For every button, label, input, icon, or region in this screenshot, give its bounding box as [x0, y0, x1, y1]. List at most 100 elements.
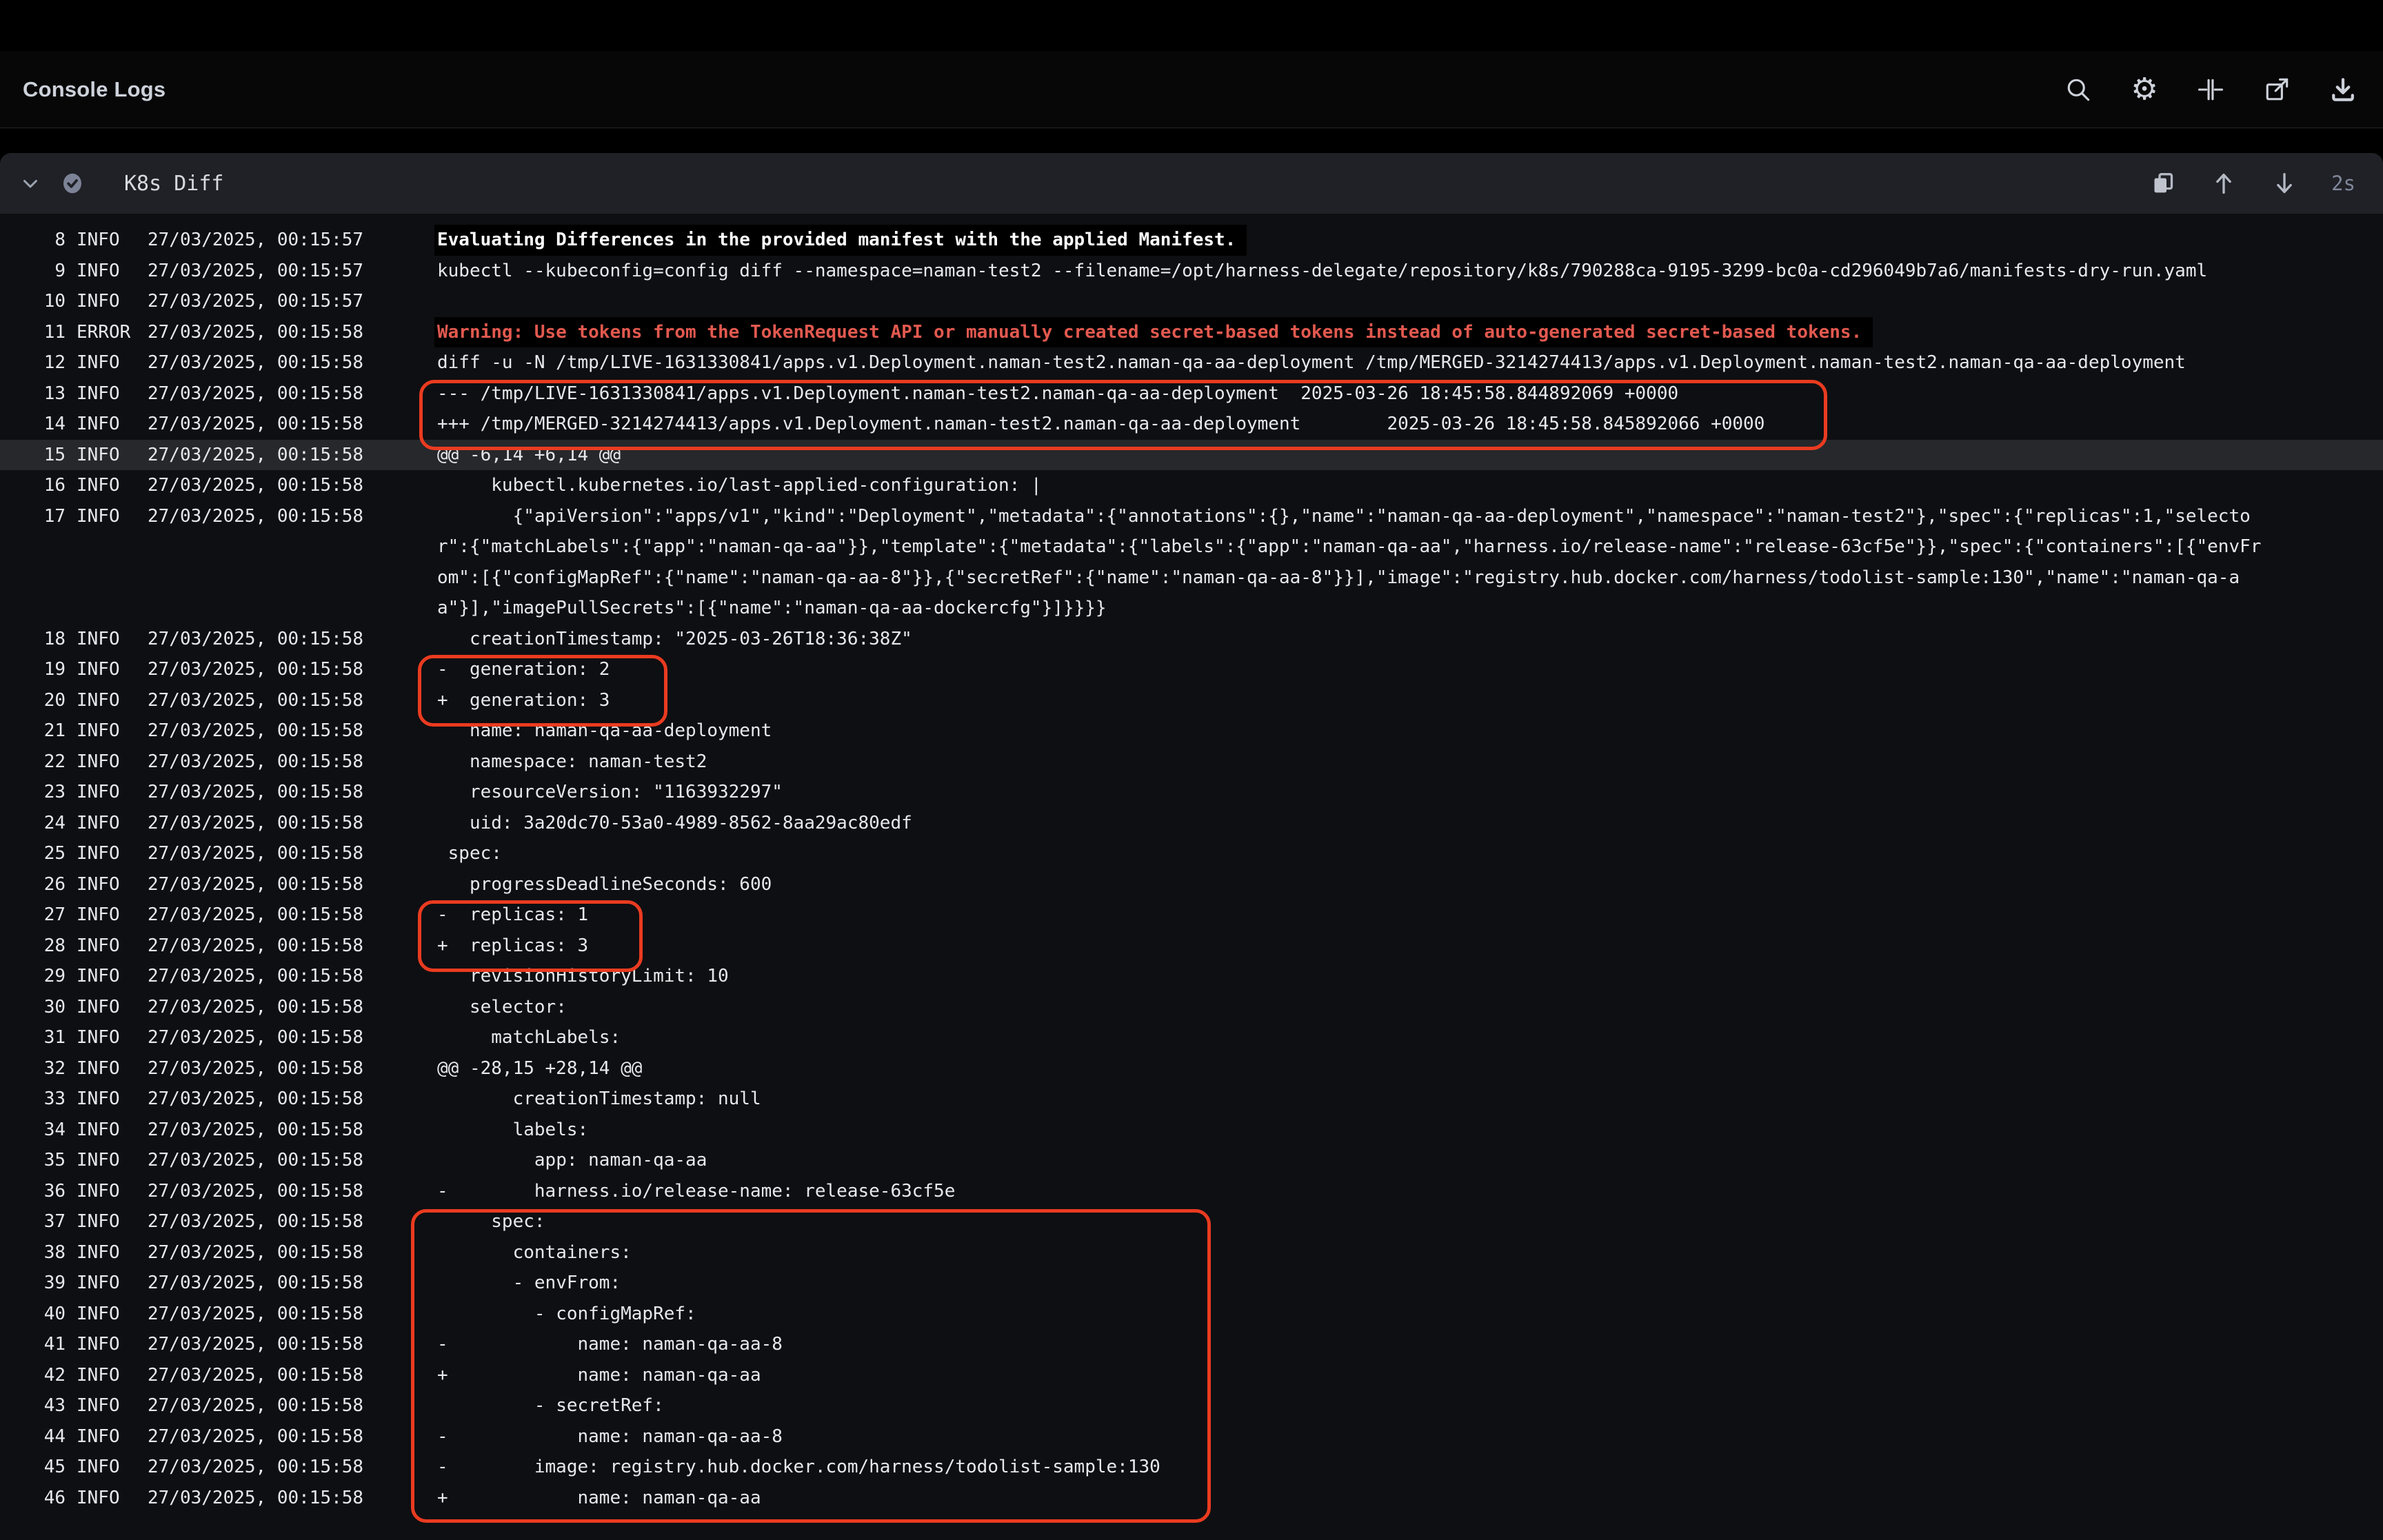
log-timestamp: 27/03/2025, 00:15:58: [148, 1145, 365, 1176]
log-line[interactable]: 37 INFO 27/03/2025, 00:15:58 spec:: [0, 1206, 2383, 1237]
log-timestamp: 27/03/2025, 00:15:58: [148, 501, 365, 624]
log-line[interactable]: 22 INFO 27/03/2025, 00:15:58 namespace: …: [0, 747, 2383, 778]
log-level: INFO: [77, 992, 137, 1023]
log-line[interactable]: 9 INFO 27/03/2025, 00:15:57 kubectl --ku…: [0, 256, 2383, 287]
log-line[interactable]: 21 INFO 27/03/2025, 00:15:58 name: naman…: [0, 716, 2383, 747]
log-line[interactable]: 31 INFO 27/03/2025, 00:15:58 matchLabels…: [0, 1022, 2383, 1053]
log-line-number: 36: [0, 1176, 66, 1207]
log-timestamp: 27/03/2025, 00:15:58: [148, 685, 365, 716]
log-level: INFO: [77, 654, 137, 685]
log-line[interactable]: 41 INFO 27/03/2025, 00:15:58 - name: nam…: [0, 1329, 2383, 1360]
log-timestamp: 27/03/2025, 00:15:58: [148, 378, 365, 409]
log-line[interactable]: 24 INFO 27/03/2025, 00:15:58 uid: 3a20dc…: [0, 808, 2383, 839]
log-line[interactable]: 43 INFO 27/03/2025, 00:15:58 - secretRef…: [0, 1390, 2383, 1421]
log-line[interactable]: 11 ERROR 27/03/2025, 00:15:58 Warning: U…: [0, 317, 2383, 348]
log-level: INFO: [77, 470, 137, 501]
log-line[interactable]: 34 INFO 27/03/2025, 00:15:58 labels:: [0, 1115, 2383, 1146]
log-timestamp: 27/03/2025, 00:15:58: [148, 1237, 365, 1268]
log-message: {"apiVersion":"apps/v1","kind":"Deployme…: [437, 501, 2272, 624]
log-timestamp: 27/03/2025, 00:15:58: [148, 1053, 365, 1084]
log-line[interactable]: 23 INFO 27/03/2025, 00:15:58 resourceVer…: [0, 777, 2383, 808]
settings-gear-icon[interactable]: ⚙: [2129, 74, 2160, 105]
log-line[interactable]: 45 INFO 27/03/2025, 00:15:58 - image: re…: [0, 1452, 2383, 1483]
log-timestamp: 27/03/2025, 00:15:58: [148, 1299, 365, 1330]
log-message: Warning: Use tokens from the TokenReques…: [437, 317, 2272, 348]
log-message: @@ -28,15 +28,14 @@: [437, 1053, 2272, 1084]
log-level: INFO: [77, 1237, 137, 1268]
log-line-number: 19: [0, 654, 66, 685]
log-level: INFO: [77, 808, 137, 839]
download-logs-icon[interactable]: [2328, 74, 2358, 105]
log-line[interactable]: 40 INFO 27/03/2025, 00:15:58 - configMap…: [0, 1299, 2383, 1330]
log-line[interactable]: 27 INFO 27/03/2025, 00:15:58 - replicas:…: [0, 900, 2383, 931]
log-line-number: 10: [0, 286, 66, 317]
log-line[interactable]: 10 INFO 27/03/2025, 00:15:57: [0, 286, 2383, 317]
log-line[interactable]: 35 INFO 27/03/2025, 00:15:58 app: naman-…: [0, 1145, 2383, 1176]
log-line[interactable]: 28 INFO 27/03/2025, 00:15:58 + replicas:…: [0, 931, 2383, 962]
log-line[interactable]: 29 INFO 27/03/2025, 00:15:58 revisionHis…: [0, 961, 2383, 992]
log-line-number: 33: [0, 1084, 66, 1115]
log-message: - name: naman-qa-aa-8: [437, 1421, 2272, 1452]
log-line[interactable]: 39 INFO 27/03/2025, 00:15:58 - envFrom:: [0, 1268, 2383, 1299]
log-message: - harness.io/release-name: release-63cf5…: [437, 1176, 2272, 1207]
log-timestamp: 27/03/2025, 00:15:57: [148, 225, 365, 256]
scroll-down-icon[interactable]: [2271, 170, 2298, 197]
log-level: INFO: [77, 777, 137, 808]
log-line-number: 41: [0, 1329, 66, 1360]
copy-icon[interactable]: [2149, 170, 2177, 197]
log-line-number: 39: [0, 1268, 66, 1299]
log-timestamp: 27/03/2025, 00:15:58: [148, 1452, 365, 1483]
log-timestamp: 27/03/2025, 00:15:58: [148, 317, 365, 348]
log-timestamp: 27/03/2025, 00:15:58: [148, 1268, 365, 1299]
log-message: +++ /tmp/MERGED-3214274413/apps.v1.Deplo…: [437, 409, 2272, 440]
log-line[interactable]: 26 INFO 27/03/2025, 00:15:58 progressDea…: [0, 869, 2383, 900]
log-timestamp: 27/03/2025, 00:15:58: [148, 1176, 365, 1207]
log-line[interactable]: 19 INFO 27/03/2025, 00:15:58 - generatio…: [0, 654, 2383, 685]
log-line[interactable]: 32 INFO 27/03/2025, 00:15:58 @@ -28,15 +…: [0, 1053, 2383, 1084]
chevron-down-icon[interactable]: [17, 170, 44, 197]
log-line[interactable]: 13 INFO 27/03/2025, 00:15:58 --- /tmp/LI…: [0, 378, 2383, 409]
open-in-new-window-icon[interactable]: [2262, 74, 2292, 105]
log-level: INFO: [77, 225, 137, 256]
log-line[interactable]: 16 INFO 27/03/2025, 00:15:58 kubectl.kub…: [0, 470, 2383, 501]
log-message: progressDeadlineSeconds: 600: [437, 869, 2272, 900]
search-icon[interactable]: [2063, 74, 2093, 105]
log-message: kubectl.kubernetes.io/last-applied-confi…: [437, 470, 2272, 501]
log-timestamp: 27/03/2025, 00:15:58: [148, 747, 365, 778]
log-line[interactable]: 14 INFO 27/03/2025, 00:15:58 +++ /tmp/ME…: [0, 409, 2383, 440]
log-line[interactable]: 18 INFO 27/03/2025, 00:15:58 creationTim…: [0, 624, 2383, 655]
log-line[interactable]: 33 INFO 27/03/2025, 00:15:58 creationTim…: [0, 1084, 2383, 1115]
log-line[interactable]: 30 INFO 27/03/2025, 00:15:58 selector:: [0, 992, 2383, 1023]
log-level: INFO: [77, 1268, 137, 1299]
log-timestamp: 27/03/2025, 00:15:58: [148, 1084, 365, 1115]
collapse-icon[interactable]: [2195, 74, 2226, 105]
log-line[interactable]: 42 INFO 27/03/2025, 00:15:58 + name: nam…: [0, 1360, 2383, 1391]
log-line[interactable]: 46 INFO 27/03/2025, 00:15:58 + name: nam…: [0, 1483, 2383, 1514]
log-level: INFO: [77, 838, 137, 869]
step-header-right: 2s: [2149, 170, 2355, 197]
log-line[interactable]: 38 INFO 27/03/2025, 00:15:58 containers:: [0, 1237, 2383, 1268]
log-line-number: 9: [0, 256, 66, 287]
log-line-number: 11: [0, 317, 66, 348]
scroll-up-icon[interactable]: [2210, 170, 2238, 197]
log-line[interactable]: 8 INFO 27/03/2025, 00:15:57 Evaluating D…: [0, 225, 2383, 256]
log-level: INFO: [77, 256, 137, 287]
log-line-number: 22: [0, 747, 66, 778]
log-line[interactable]: 44 INFO 27/03/2025, 00:15:58 - name: nam…: [0, 1421, 2383, 1452]
log-message: - configMapRef:: [437, 1299, 2272, 1330]
log-message: spec:: [437, 838, 2272, 869]
log-line[interactable]: 15 INFO 27/03/2025, 00:15:58 @@ -6,14 +6…: [0, 440, 2383, 471]
log-line[interactable]: 20 INFO 27/03/2025, 00:15:58 + generatio…: [0, 685, 2383, 716]
step-name: K8s Diff: [124, 172, 224, 196]
log-message: + name: naman-qa-aa: [437, 1483, 2272, 1514]
log-message: - generation: 2: [437, 654, 2272, 685]
log-line[interactable]: 25 INFO 27/03/2025, 00:15:58 spec:: [0, 838, 2383, 869]
log-line[interactable]: 17 INFO 27/03/2025, 00:15:58 {"apiVersio…: [0, 501, 2383, 624]
step-header[interactable]: K8s Diff 2s: [0, 153, 2383, 214]
log-line[interactable]: 36 INFO 27/03/2025, 00:15:58 - harness.i…: [0, 1176, 2383, 1207]
log-timestamp: 27/03/2025, 00:15:58: [148, 1483, 365, 1514]
log-level: INFO: [77, 409, 137, 440]
log-line-number: 25: [0, 838, 66, 869]
log-message: diff -u -N /tmp/LIVE-1631330841/apps.v1.…: [437, 347, 2272, 378]
log-line[interactable]: 12 INFO 27/03/2025, 00:15:58 diff -u -N …: [0, 347, 2383, 378]
